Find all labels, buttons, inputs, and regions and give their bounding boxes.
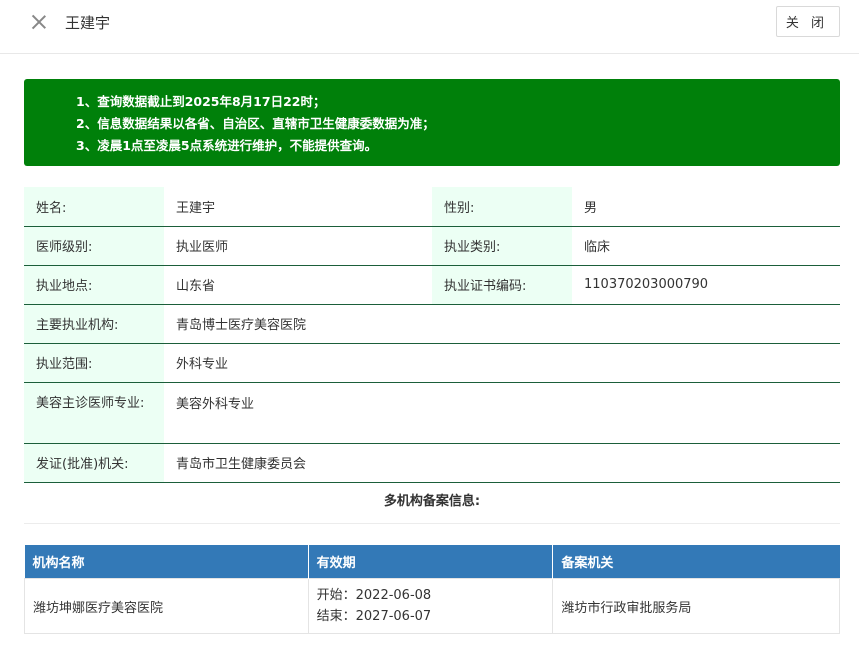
notice-banner: 1、查询数据截止到2025年8月17日22时； 2、信息数据结果以各省、自治区、… — [24, 79, 840, 166]
column-header-authority: 备案机关 — [552, 545, 840, 579]
dialog-title: 王建宇 — [65, 14, 111, 32]
table-row: 潍坊坤娜医疗美容医院 开始：2022-06-08 结束：2027-06-07 潍… — [24, 578, 840, 634]
gender-value: 男 — [572, 187, 840, 227]
name-label: 姓名: — [24, 187, 164, 227]
category-value: 临床 — [572, 226, 840, 266]
location-value: 山东省 — [164, 265, 432, 305]
filing-validity: 开始：2022-06-08 结束：2027-06-07 — [307, 578, 554, 634]
category-label: 执业类别: — [432, 226, 572, 266]
name-value: 王建宇 — [164, 187, 432, 227]
filing-org: 潍坊坤娜医疗美容医院 — [24, 578, 309, 634]
table-row: 执业地点: 山东省 执业证书编码: 110370203000790 — [24, 265, 840, 305]
scope-value: 外科专业 — [164, 343, 840, 383]
filing-table: 机构名称 有效期 备案机关 潍坊坤娜医疗美容医院 开始：2022-06-08 结… — [24, 545, 840, 634]
table-header-row: 机构名称 有效期 备案机关 — [24, 545, 840, 579]
cert-value: 110370203000790 — [572, 265, 840, 305]
table-row: 执业范围: 外科专业 — [24, 343, 840, 383]
cosmetic-label: 美容主诊医师专业: — [24, 382, 164, 444]
column-header-org: 机构名称 — [24, 545, 309, 579]
level-label: 医师级别: — [24, 226, 164, 266]
close-icon[interactable] — [30, 13, 48, 31]
issuer-value: 青岛市卫生健康委员会 — [164, 443, 840, 483]
cert-label: 执业证书编码: — [432, 265, 572, 305]
location-label: 执业地点: — [24, 265, 164, 305]
issuer-label: 发证(批准)机关: — [24, 443, 164, 483]
table-row: 美容主诊医师专业: 美容外科专业 — [24, 382, 840, 444]
cosmetic-value: 美容外科专业 — [164, 382, 840, 444]
gender-label: 性别: — [432, 187, 572, 227]
notice-line: 2、信息数据结果以各省、自治区、直辖市卫生健康委数据为准； — [76, 116, 435, 131]
table-row: 主要执业机构: 青岛博士医疗美容医院 — [24, 304, 840, 344]
org-value: 青岛博士医疗美容医院 — [164, 304, 840, 344]
filing-authority: 潍坊市行政审批服务局 — [552, 578, 840, 634]
doctor-info-table: 姓名: 王建宇 性别: 男 医师级别: 执业医师 执业类别: 临床 执业地点: … — [24, 187, 840, 483]
table-row: 发证(批准)机关: 青岛市卫生健康委员会 — [24, 443, 840, 483]
multi-org-title: 多机构备案信息: — [24, 482, 840, 524]
table-row: 姓名: 王建宇 性别: 男 — [24, 187, 840, 227]
org-label: 主要执业机构: — [24, 304, 164, 344]
column-header-validity: 有效期 — [308, 545, 554, 579]
scope-label: 执业范围: — [24, 343, 164, 383]
table-row: 医师级别: 执业医师 执业类别: 临床 — [24, 226, 840, 266]
validity-start: 开始：2022-06-08 — [316, 588, 432, 603]
dialog-header: 王建宇 关 闭 — [0, 0, 859, 54]
close-button[interactable]: 关 闭 — [776, 6, 840, 37]
validity-end: 结束：2027-06-07 — [316, 609, 432, 624]
notice-line: 3、凌晨1点至凌晨5点系统进行维护，不能提供查询。 — [76, 138, 378, 153]
notice-line: 1、查询数据截止到2025年8月17日22时； — [76, 94, 326, 109]
level-value: 执业医师 — [164, 226, 432, 266]
